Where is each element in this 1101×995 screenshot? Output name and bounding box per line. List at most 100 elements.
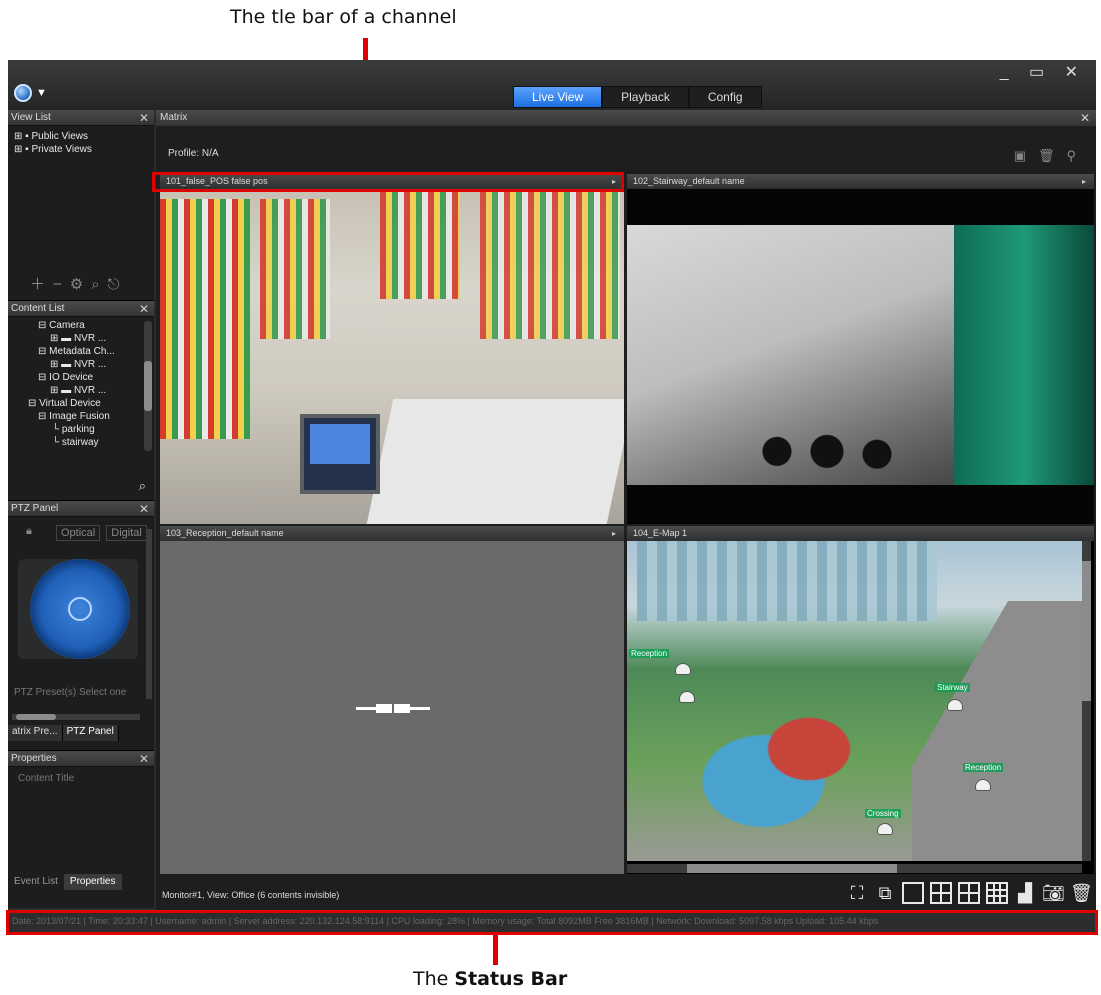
tree-item[interactable]: ⊟ IO Device — [38, 371, 150, 384]
camera-icon[interactable] — [679, 691, 695, 703]
tree-item[interactable]: ⊟ Virtual Device — [28, 397, 150, 410]
tab-ptz-panel[interactable]: PTZ Panel — [62, 725, 119, 741]
tab-matrix-preset[interactable]: atrix Pre... — [8, 725, 63, 741]
preset-select[interactable]: Select one — [79, 687, 126, 698]
tree-item[interactable]: ⊞ ▬ NVR ... — [38, 358, 150, 371]
matrix-panel: Matrix ✕ Profile: N/A ▣🗑︎⚲ 101_false_POS … — [156, 110, 1096, 910]
tree-item-private-views[interactable]: ⊞ ▪ Private Views — [14, 143, 148, 156]
camera-icon[interactable] — [975, 779, 991, 791]
map-vscrollbar[interactable] — [1082, 541, 1091, 861]
ptz-joystick[interactable] — [30, 559, 130, 659]
layout-toolbar: ⛶ ⧉ ▟ 📷︎ 🗑︎ — [846, 882, 1093, 904]
content-list-scrollbar[interactable] — [144, 321, 152, 451]
tab-live-view[interactable]: Live View — [513, 86, 603, 108]
channel-title-bar[interactable]: 103_Reception_default name ▸ — [160, 526, 624, 541]
layout-mixed-icon[interactable] — [958, 882, 980, 904]
ptz-panel: PTZ Panel ✕ 🔒︎ Optical Digital PTZ Preset… — [8, 500, 154, 750]
window-controls[interactable]: _ ▭ ✕ — [1000, 62, 1086, 82]
fullscreen-icon[interactable]: ⛶ — [846, 882, 868, 904]
channel-title-bar[interactable]: 104_E-Map 1 — [627, 526, 1094, 541]
custom-layout-icon[interactable]: ▟ — [1014, 882, 1036, 904]
status-bar-annotation: The Status Bar — [413, 968, 568, 990]
camera-icon[interactable] — [947, 699, 963, 711]
layout-3x3-icon[interactable] — [986, 882, 1008, 904]
top-bar: ▼ Live View Playback Config _ ▭ ✕ — [8, 60, 1096, 110]
main-tabs: Live View Playback Config — [513, 86, 762, 108]
map-label: Reception — [629, 649, 670, 658]
tab-playback[interactable]: Playback — [602, 86, 689, 108]
tree-item[interactable]: ⊞ ▬ NVR ... — [38, 384, 150, 397]
tree-item[interactable]: └ parking — [38, 423, 150, 436]
tree-item[interactable]: └ stairway — [38, 436, 150, 449]
close-icon[interactable]: ✕ — [139, 110, 149, 126]
camera-icon[interactable] — [675, 663, 691, 675]
layout-2x2-icon[interactable] — [930, 882, 952, 904]
emap-view: Reception Stairway Reception Crossing — [627, 541, 1091, 873]
app-menu-button[interactable]: ▼ — [14, 82, 54, 104]
chevron-down-icon: ▼ — [36, 87, 47, 99]
properties-panel: Properties ✕ Content Title Event List Pro… — [8, 750, 154, 890]
map-label: Reception — [963, 763, 1004, 772]
tab-event-list[interactable]: Event List — [8, 874, 64, 890]
content-list-title: Content List ✕ — [8, 301, 154, 317]
view-list-toolbar[interactable]: ＋−⚙⌕⎋ — [30, 273, 127, 294]
matrix-title: Matrix ✕ — [156, 110, 1096, 126]
tree-item[interactable]: ⊞ ▬ NVR ... — [38, 332, 150, 345]
arrow-icon[interactable]: ▸ — [1082, 174, 1086, 189]
ptz-presets: PTZ Preset(s) Select one — [14, 687, 127, 698]
properties-title: Properties ✕ — [8, 751, 154, 767]
channel-104[interactable]: 104_E-Map 1 Reception Stairway Reception… — [627, 526, 1094, 874]
tree-item[interactable]: ⊟ Camera — [38, 319, 150, 332]
map-hscrollbar[interactable] — [627, 864, 1082, 873]
status-bar-highlight — [6, 910, 1098, 935]
joystick-center[interactable] — [68, 597, 92, 621]
ptz-vscrollbar[interactable] — [146, 529, 152, 699]
close-icon[interactable]: ✕ — [139, 751, 149, 767]
digital-button[interactable]: Digital — [106, 525, 147, 541]
map-label: Crossing — [865, 809, 901, 818]
view-list-title: View List ✕ — [8, 110, 154, 126]
tab-properties[interactable]: Properties — [63, 874, 122, 890]
content-list-panel: Content List ✕ ⊟ Camera ⊞ ▬ NVR ... ⊟ Met… — [8, 300, 154, 500]
tree-item[interactable]: ⊟ Metadata Ch... — [38, 345, 150, 358]
ptz-hscrollbar[interactable] — [12, 714, 140, 720]
view-list-panel: View List ✕ ⊞ ▪ Public Views ⊞ ▪ Private … — [8, 110, 154, 300]
globe-icon — [14, 84, 32, 102]
arrow-icon[interactable]: ▸ — [612, 526, 616, 541]
search-icon[interactable]: ⌕ — [139, 478, 146, 494]
ptz-panel-title: PTZ Panel ✕ — [8, 501, 154, 517]
channel-grid: 101_false_POS false pos ▸ 102_Stairway_de… — [160, 174, 1094, 874]
left-sidebar: View List ✕ ⊞ ▪ Public Views ⊞ ▪ Private … — [8, 110, 154, 908]
layout-1x1-icon[interactable] — [902, 882, 924, 904]
status-bar-pointer — [493, 933, 498, 965]
disconnected-icon — [356, 704, 430, 713]
swap-icon[interactable]: ⧉ — [874, 882, 896, 904]
lock-icon[interactable]: 🔒︎ — [26, 525, 32, 538]
tree-item-public-views[interactable]: ⊞ ▪ Public Views — [14, 130, 148, 143]
profile-toolbar[interactable]: ▣🗑︎⚲ — [1014, 148, 1088, 164]
title-bar-highlight — [152, 172, 624, 192]
optical-button[interactable]: Optical — [56, 525, 101, 541]
content-title-label: Content Title — [18, 773, 75, 784]
channel-102[interactable]: 102_Stairway_default name ▸ — [627, 174, 1094, 524]
video-feed — [160, 189, 624, 524]
monitor-info: Monitor#1, View: Office (6 contents invi… — [162, 890, 340, 900]
channel-title-bar[interactable]: 102_Stairway_default name ▸ — [627, 174, 1094, 189]
close-icon[interactable]: ✕ — [139, 501, 149, 517]
video-feed — [627, 189, 1094, 524]
tree-item[interactable]: ⊟ Image Fusion — [38, 410, 150, 423]
monitor-bar: Monitor#1, View: Office (6 contents invi… — [156, 880, 1096, 910]
camera-snapshot-icon[interactable]: 📷︎ — [1042, 882, 1065, 904]
channel-103[interactable]: 103_Reception_default name ▸ — [160, 526, 624, 874]
profile-label: Profile: N/A ▣🗑︎⚲ — [168, 148, 1088, 164]
channel-101[interactable]: 101_false_POS false pos ▸ — [160, 174, 624, 524]
close-icon[interactable]: ✕ — [139, 301, 149, 317]
ptz-tabs: atrix Pre... PTZ Panel — [8, 725, 154, 741]
title-bar-annotation: The tle bar of a channel — [230, 6, 457, 28]
trash-icon[interactable]: 🗑︎ — [1070, 882, 1093, 904]
close-icon[interactable]: ✕ — [1080, 110, 1090, 126]
camera-icon[interactable] — [877, 823, 893, 835]
map-label: Stairway — [935, 683, 970, 692]
no-signal-view — [160, 541, 624, 874]
tab-config[interactable]: Config — [688, 86, 762, 108]
